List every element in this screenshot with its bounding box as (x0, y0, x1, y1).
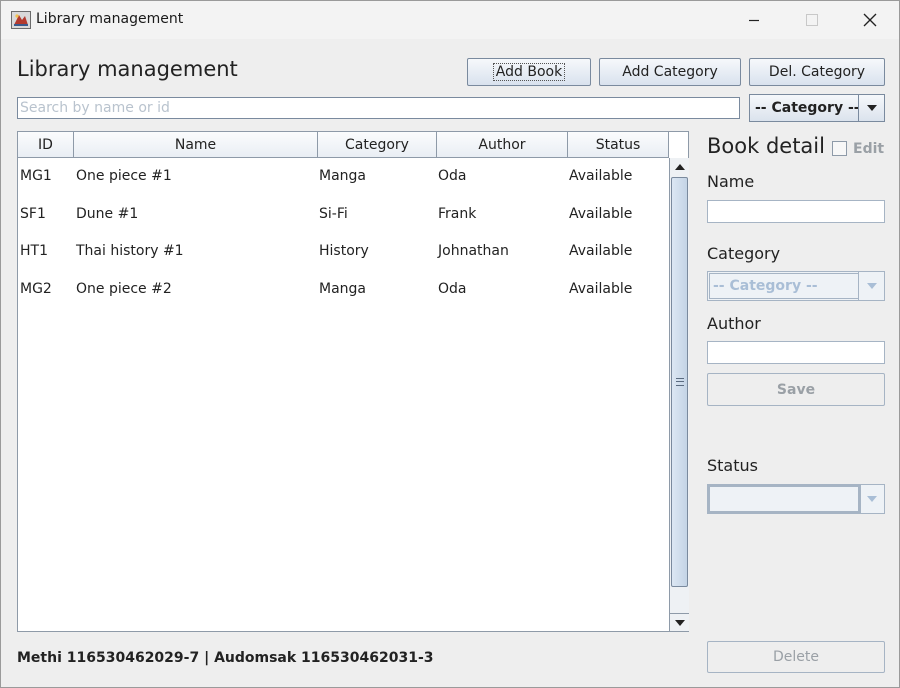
cell-category: History (319, 243, 369, 260)
cell-name: Dune #1 (76, 205, 139, 222)
column-header-id[interactable]: ID (18, 132, 74, 157)
search-placeholder: Search by name or id (20, 100, 170, 116)
cell-author: Oda (438, 280, 467, 297)
app-window: Library management Library management Ad… (0, 0, 900, 688)
scroll-down-icon[interactable] (670, 613, 689, 631)
category-label: Category (707, 244, 781, 263)
chevron-down-icon[interactable] (858, 485, 884, 513)
status-label: Status (707, 456, 758, 475)
app-icon (11, 11, 31, 29)
cell-id: HT1 (20, 243, 48, 260)
cell-category: Si-Fi (319, 205, 348, 222)
cell-author: Frank (438, 205, 477, 222)
table-row[interactable]: MG2 One piece #2 Manga Oda Available (18, 272, 669, 310)
scrollbar-thumb[interactable] (671, 177, 688, 587)
search-input[interactable]: Search by name or id (17, 97, 740, 119)
cell-id: MG2 (20, 280, 52, 297)
books-table: ID Name Category Author Status MG1 One p… (17, 131, 689, 632)
add-book-button[interactable]: Add Book (467, 58, 591, 86)
column-header-status[interactable]: Status (568, 132, 669, 157)
table-vertical-scrollbar[interactable] (669, 158, 689, 631)
category-filter-select[interactable]: -- Category -- (749, 94, 885, 122)
cell-name: One piece #2 (76, 280, 172, 297)
cell-id: MG1 (20, 168, 52, 184)
edit-checkbox[interactable] (832, 141, 847, 156)
table-row[interactable]: HT1 Thai history #1 History Johnathan Av… (18, 234, 669, 272)
status-select[interactable] (707, 484, 885, 514)
column-header-author[interactable]: Author (437, 132, 568, 157)
column-header-category[interactable]: Category (318, 132, 437, 157)
status-field (708, 485, 861, 513)
column-header-name[interactable]: Name (74, 132, 318, 157)
cell-author: Oda (438, 168, 467, 184)
table-body: MG1 One piece #1 Manga Oda Available SF1… (18, 159, 669, 309)
grip-icon (676, 378, 684, 386)
chevron-down-icon[interactable] (858, 95, 884, 121)
page-title: Library management (17, 57, 238, 81)
delete-button[interactable]: Delete (707, 641, 885, 673)
edit-checkbox-label: Edit (853, 141, 885, 157)
name-label: Name (707, 172, 755, 191)
add-category-button[interactable]: Add Category (599, 58, 741, 86)
maximize-button[interactable] (783, 1, 841, 39)
cell-status: Available (569, 205, 633, 222)
book-detail-title: Book detail (707, 134, 825, 158)
title-bar: Library management (1, 1, 899, 39)
category-filter-value: -- Category -- (755, 100, 860, 116)
table-row[interactable]: MG1 One piece #1 Manga Oda Available (18, 159, 669, 197)
cell-author: Johnathan (438, 243, 509, 260)
cell-category: Manga (319, 168, 366, 184)
add-book-label: Add Book (492, 63, 566, 81)
author-label: Author (707, 314, 761, 333)
cell-status: Available (569, 280, 633, 297)
chevron-down-icon[interactable] (858, 272, 884, 300)
scroll-up-icon[interactable] (670, 158, 689, 176)
detail-category-select[interactable]: -- Category -- (707, 271, 885, 301)
author-field[interactable] (707, 341, 885, 364)
minimize-button[interactable] (725, 1, 783, 39)
name-field[interactable] (707, 200, 885, 223)
detail-category-value: -- Category -- (713, 278, 818, 294)
delete-category-button[interactable]: Del. Category (749, 58, 885, 86)
cell-status: Available (569, 168, 633, 184)
window-title: Library management (36, 11, 184, 27)
close-button[interactable] (841, 1, 899, 39)
close-icon (863, 13, 877, 27)
table-header: ID Name Category Author Status (18, 132, 669, 158)
table-row[interactable]: SF1 Dune #1 Si-Fi Frank Available (18, 197, 669, 235)
cell-status: Available (569, 243, 633, 260)
credits-text: Methi 116530462029-7 | Audomsak 11653046… (17, 650, 434, 666)
cell-name: Thai history #1 (76, 243, 184, 260)
cell-id: SF1 (20, 205, 46, 222)
cell-category: Manga (319, 280, 366, 297)
save-button[interactable]: Save (707, 373, 885, 406)
cell-name: One piece #1 (76, 168, 172, 184)
